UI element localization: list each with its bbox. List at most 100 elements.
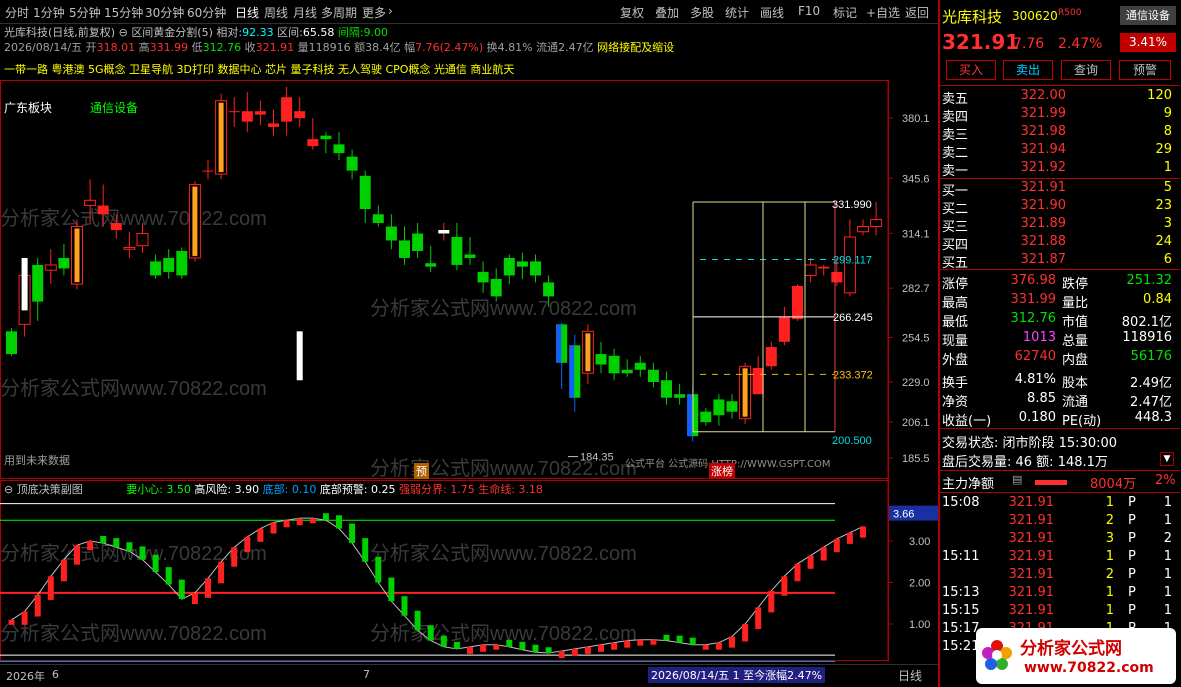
candle-body-core — [742, 368, 748, 417]
candle-body — [831, 271, 843, 283]
candle-body — [136, 232, 149, 247]
sub-toggle-icon[interactable]: ⊖ — [4, 483, 13, 496]
oscillator-bar — [584, 646, 591, 654]
candle-body-core — [687, 394, 693, 437]
turnover-label: 换 — [486, 41, 498, 54]
ask-row: 卖二 321.94 29 — [940, 142, 1178, 161]
tool-overlay[interactable]: 叠加 — [655, 4, 679, 21]
oscillator-bar — [165, 567, 172, 585]
price-axis-label: 345.6 — [902, 173, 930, 185]
oscillator-bar — [676, 635, 683, 643]
divider — [940, 470, 1180, 471]
stat-row: 最高 331.99 量比 0.84 — [940, 292, 1178, 311]
stat-value: 331.99 — [1010, 292, 1057, 307]
oscillator-bar — [191, 592, 198, 605]
tool-multi[interactable]: 多股 — [690, 4, 714, 21]
ask-row: 卖五 322.00 120 — [940, 88, 1178, 107]
indicator-icon[interactable]: ⊖ — [119, 26, 128, 39]
alert-button[interactable]: 预警 — [1119, 60, 1171, 80]
yu-tag: 预 — [414, 463, 429, 479]
kline-chart[interactable]: 380.1 345.6 314.1 282.7 254.5 229.0 206.1 185.5… — [0, 80, 938, 480]
oscillator-bar — [414, 610, 421, 631]
stat-value: 376.98 — [1010, 273, 1057, 288]
net-menu-icon[interactable]: ▤ — [1012, 473, 1022, 486]
oscillator-bar — [401, 596, 408, 616]
stat-value: 251.32 — [1126, 273, 1173, 288]
tick-count: 1 — [1163, 513, 1172, 528]
sector-button[interactable]: 通信设备 — [1120, 6, 1176, 25]
tool-f10[interactable]: F10 — [798, 4, 820, 18]
high-value: 331.99 — [149, 41, 189, 54]
more-chevron-icon[interactable]: › — [388, 4, 393, 18]
buy-button[interactable]: 买入 — [946, 60, 996, 80]
stat-label: 最高 — [942, 296, 969, 311]
bid-price: 321.89 — [1020, 216, 1067, 231]
high-label: 高 — [138, 41, 150, 54]
stat-label: 净资 — [942, 395, 969, 410]
candle-body — [123, 246, 136, 250]
sub-title[interactable]: 顶底决策副图 — [17, 483, 83, 496]
candle-body — [6, 331, 17, 355]
period-tab-multi[interactable]: 多周期 — [321, 4, 357, 21]
fib-label: 233.372 — [833, 369, 873, 381]
tick-count: 2 — [1163, 531, 1172, 546]
tool-watchlist[interactable]: +自选 — [866, 4, 900, 21]
oscillator-bar — [480, 644, 487, 652]
tool-mark[interactable]: 标记 — [833, 4, 857, 21]
oscillator-bar — [755, 607, 762, 629]
ask-row: 卖一 321.92 1 — [940, 160, 1178, 179]
candle-body — [634, 362, 646, 370]
sub-legend-item: 要小心: 3.50 — [126, 483, 195, 496]
period-tab-monthly[interactable]: 月线 — [293, 4, 317, 21]
tool-stats[interactable]: 统计 — [725, 4, 749, 21]
candle-body — [451, 236, 463, 265]
period-tab-15min[interactable]: 15分钟 — [104, 4, 143, 21]
range-value: 65.58 — [302, 26, 335, 39]
period-label[interactable]: 日线 — [898, 667, 922, 684]
oscillator-bar — [47, 576, 54, 600]
period-tab-60min[interactable]: 60分钟 — [187, 4, 226, 21]
period-tab-5min[interactable]: 5分钟 — [69, 4, 101, 21]
query-button[interactable]: 查询 — [1061, 60, 1111, 80]
sub-legend-item: 底部: 0.10 — [262, 483, 320, 496]
ask-price: 321.94 — [1020, 142, 1067, 157]
period-tab-more[interactable]: 更多 — [362, 4, 386, 21]
candle-body-core — [218, 102, 224, 173]
tool-back[interactable]: 返回 — [905, 4, 929, 21]
expand-icon[interactable]: ▼ — [1160, 452, 1174, 466]
oscillator-bar — [270, 522, 277, 534]
net-pct: 2% — [1155, 473, 1176, 488]
period-tab-1min[interactable]: 1分钟 — [33, 4, 65, 21]
quote-line: 2026/08/14/五 开318.01 高331.99 低312.76 收32… — [4, 39, 674, 55]
tick-row: 321.91 2 P 1 — [940, 513, 1178, 531]
change-label: 幅 — [404, 41, 416, 54]
oscillator-bar — [742, 624, 749, 642]
period-tab-30min[interactable]: 30分钟 — [145, 4, 184, 21]
candle-body — [241, 111, 253, 122]
oscillator-bar — [493, 644, 500, 650]
period-tab-fenshi[interactable]: 分时 — [5, 4, 29, 21]
stat-label: 涨停 — [942, 277, 969, 292]
period-tab-daily[interactable]: 日线 — [235, 4, 259, 21]
sell-button[interactable]: 卖出 — [1003, 60, 1053, 80]
amount-value: 38.4亿 — [365, 41, 401, 54]
status-range: 2026/08/14/五 1 至今涨幅2.47% — [648, 667, 826, 683]
indicator-name[interactable]: 区间黄金分割(5) — [131, 26, 213, 39]
amount-label: 额 — [354, 41, 366, 54]
logo-url: www.70822.com — [1024, 660, 1154, 676]
period-tab-weekly[interactable]: 周线 — [264, 4, 288, 21]
candle-body — [490, 278, 502, 297]
candle-body-core — [74, 228, 80, 283]
tool-adjust[interactable]: 复权 — [620, 4, 644, 21]
tick-count: 1 — [1163, 567, 1172, 582]
tool-draw[interactable]: 画线 — [760, 4, 784, 21]
sub-indicator-chart[interactable]: 3.66 3.00 2.00 1.00 分析家公式网www.70822.com 分析家公式… — [0, 480, 938, 662]
stat-value: 118916 — [1122, 330, 1172, 345]
oscillator-bar — [794, 563, 801, 582]
ask-volume: 9 — [1163, 106, 1172, 121]
divider — [940, 492, 1180, 493]
bid-row: 买二 321.90 23 — [940, 198, 1178, 217]
sub-legend-item: 底部预警: 0.25 — [319, 483, 400, 496]
tick-price: 321.91 — [1008, 549, 1055, 564]
marker-bar — [21, 257, 28, 311]
